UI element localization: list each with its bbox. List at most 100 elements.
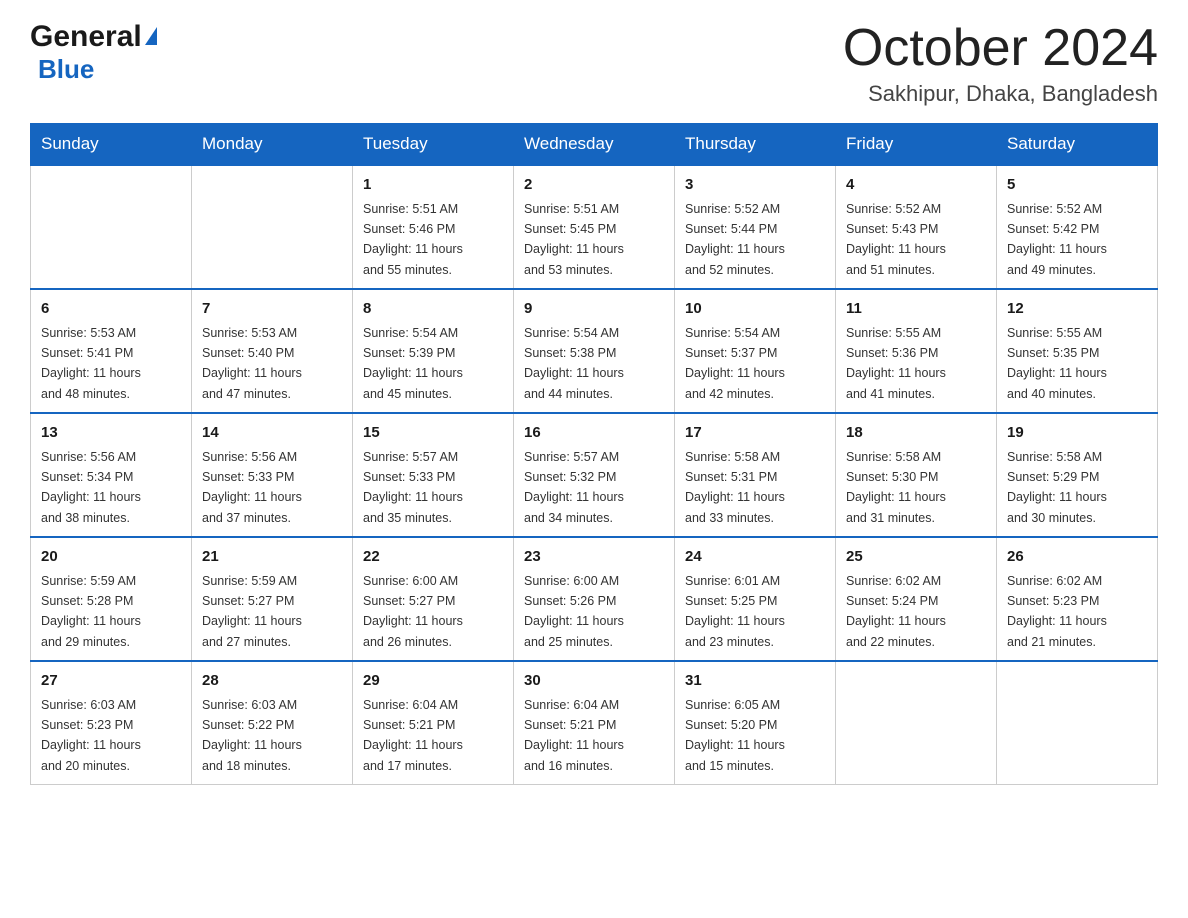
calendar-cell: 28Sunrise: 6:03 AMSunset: 5:22 PMDayligh… — [192, 661, 353, 785]
calendar-cell: 22 Sunrise: 6:00 AMSunset: 5:27 PMDayligh… — [353, 537, 514, 661]
day-info: Sunrise: 5:57 AMSunset: 5:33 PMDaylight:… — [363, 450, 463, 525]
day-info: Sunrise: 5:54 AMSunset: 5:38 PMDaylight:… — [524, 326, 624, 401]
calendar-cell: 2Sunrise: 5:51 AMSunset: 5:45 PMDaylight… — [514, 165, 675, 289]
day-number: 25 — [846, 546, 986, 569]
day-info: Sunrise: 6:02 AMSunset: 5:24 PMDaylight:… — [846, 574, 946, 649]
calendar-cell: 6 Sunrise: 5:53 AMSunset: 5:41 PMDaylight… — [31, 289, 192, 413]
location: Sakhipur, Dhaka, Bangladesh — [843, 81, 1158, 107]
logo: General Blue — [30, 20, 157, 85]
calendar-cell: 24 Sunrise: 6:01 AMSunset: 5:25 PMDayligh… — [675, 537, 836, 661]
day-info: Sunrise: 5:56 AMSunset: 5:34 PMDaylight:… — [41, 450, 141, 525]
day-number: 2 — [524, 174, 664, 197]
month-title: October 2024 — [843, 20, 1158, 77]
weekday-header-row: SundayMondayTuesdayWednesdayThursdayFrid… — [31, 124, 1158, 166]
calendar-cell — [192, 165, 353, 289]
weekday-header-friday: Friday — [836, 124, 997, 166]
day-info: Sunrise: 5:52 AMSunset: 5:43 PMDaylight:… — [846, 202, 946, 277]
day-number: 22 — [363, 546, 503, 569]
week-row-3: 13 Sunrise: 5:56 AMSunset: 5:34 PMDayligh… — [31, 413, 1158, 537]
calendar-cell: 30 Sunrise: 6:04 AMSunset: 5:21 PMDayligh… — [514, 661, 675, 785]
week-row-5: 27Sunrise: 6:03 AMSunset: 5:23 PMDayligh… — [31, 661, 1158, 785]
day-number: 5 — [1007, 174, 1147, 197]
day-number: 17 — [685, 422, 825, 445]
logo-triangle-icon — [145, 27, 157, 45]
day-info: Sunrise: 6:03 AMSunset: 5:23 PMDaylight:… — [41, 698, 141, 773]
day-info: Sunrise: 6:00 AMSunset: 5:27 PMDaylight:… — [363, 574, 463, 649]
day-number: 3 — [685, 174, 825, 197]
calendar-cell: 23Sunrise: 6:00 AMSunset: 5:26 PMDayligh… — [514, 537, 675, 661]
calendar-cell: 15 Sunrise: 5:57 AMSunset: 5:33 PMDayligh… — [353, 413, 514, 537]
calendar-cell: 19Sunrise: 5:58 AMSunset: 5:29 PMDayligh… — [997, 413, 1158, 537]
week-row-2: 6 Sunrise: 5:53 AMSunset: 5:41 PMDaylight… — [31, 289, 1158, 413]
day-number: 8 — [363, 298, 503, 321]
day-info: Sunrise: 5:58 AMSunset: 5:30 PMDaylight:… — [846, 450, 946, 525]
calendar-cell: 3 Sunrise: 5:52 AMSunset: 5:44 PMDaylight… — [675, 165, 836, 289]
week-row-1: 1 Sunrise: 5:51 AMSunset: 5:46 PMDaylight… — [31, 165, 1158, 289]
day-number: 15 — [363, 422, 503, 445]
calendar-cell: 27Sunrise: 6:03 AMSunset: 5:23 PMDayligh… — [31, 661, 192, 785]
calendar-cell: 14Sunrise: 5:56 AMSunset: 5:33 PMDayligh… — [192, 413, 353, 537]
calendar-table: SundayMondayTuesdayWednesdayThursdayFrid… — [30, 123, 1158, 785]
calendar-cell: 12Sunrise: 5:55 AMSunset: 5:35 PMDayligh… — [997, 289, 1158, 413]
day-number: 14 — [202, 422, 342, 445]
day-number: 21 — [202, 546, 342, 569]
day-number: 26 — [1007, 546, 1147, 569]
weekday-header-sunday: Sunday — [31, 124, 192, 166]
day-number: 4 — [846, 174, 986, 197]
day-info: Sunrise: 5:58 AMSunset: 5:29 PMDaylight:… — [1007, 450, 1107, 525]
day-number: 7 — [202, 298, 342, 321]
day-number: 11 — [846, 298, 986, 321]
calendar-cell: 29Sunrise: 6:04 AMSunset: 5:21 PMDayligh… — [353, 661, 514, 785]
day-number: 31 — [685, 670, 825, 693]
weekday-header-saturday: Saturday — [997, 124, 1158, 166]
day-info: Sunrise: 5:58 AMSunset: 5:31 PMDaylight:… — [685, 450, 785, 525]
calendar-cell: 9Sunrise: 5:54 AMSunset: 5:38 PMDaylight… — [514, 289, 675, 413]
page-header: General Blue October 2024 Sakhipur, Dhak… — [30, 20, 1158, 107]
calendar-cell: 16 Sunrise: 5:57 AMSunset: 5:32 PMDayligh… — [514, 413, 675, 537]
day-number: 28 — [202, 670, 342, 693]
day-number: 24 — [685, 546, 825, 569]
calendar-cell: 20Sunrise: 5:59 AMSunset: 5:28 PMDayligh… — [31, 537, 192, 661]
calendar-cell: 8 Sunrise: 5:54 AMSunset: 5:39 PMDaylight… — [353, 289, 514, 413]
day-info: Sunrise: 6:01 AMSunset: 5:25 PMDaylight:… — [685, 574, 785, 649]
day-number: 16 — [524, 422, 664, 445]
week-row-4: 20Sunrise: 5:59 AMSunset: 5:28 PMDayligh… — [31, 537, 1158, 661]
day-info: Sunrise: 5:54 AMSunset: 5:39 PMDaylight:… — [363, 326, 463, 401]
day-info: Sunrise: 5:52 AMSunset: 5:44 PMDaylight:… — [685, 202, 785, 277]
calendar-cell: 13 Sunrise: 5:56 AMSunset: 5:34 PMDayligh… — [31, 413, 192, 537]
calendar-cell: 25 Sunrise: 6:02 AMSunset: 5:24 PMDayligh… — [836, 537, 997, 661]
calendar-cell: 5 Sunrise: 5:52 AMSunset: 5:42 PMDaylight… — [997, 165, 1158, 289]
day-info: Sunrise: 5:51 AMSunset: 5:46 PMDaylight:… — [363, 202, 463, 277]
calendar-cell — [836, 661, 997, 785]
logo-general-text: General — [30, 20, 142, 54]
calendar-cell — [997, 661, 1158, 785]
weekday-header-wednesday: Wednesday — [514, 124, 675, 166]
weekday-header-monday: Monday — [192, 124, 353, 166]
day-info: Sunrise: 5:55 AMSunset: 5:36 PMDaylight:… — [846, 326, 946, 401]
day-number: 1 — [363, 174, 503, 197]
day-info: Sunrise: 5:52 AMSunset: 5:42 PMDaylight:… — [1007, 202, 1107, 277]
day-info: Sunrise: 5:55 AMSunset: 5:35 PMDaylight:… — [1007, 326, 1107, 401]
day-number: 6 — [41, 298, 181, 321]
day-info: Sunrise: 5:53 AMSunset: 5:41 PMDaylight:… — [41, 326, 141, 401]
day-info: Sunrise: 5:57 AMSunset: 5:32 PMDaylight:… — [524, 450, 624, 525]
title-block: October 2024 Sakhipur, Dhaka, Bangladesh — [843, 20, 1158, 107]
day-info: Sunrise: 6:05 AMSunset: 5:20 PMDaylight:… — [685, 698, 785, 773]
day-info: Sunrise: 6:02 AMSunset: 5:23 PMDaylight:… — [1007, 574, 1107, 649]
day-info: Sunrise: 6:00 AMSunset: 5:26 PMDaylight:… — [524, 574, 624, 649]
calendar-cell: 7Sunrise: 5:53 AMSunset: 5:40 PMDaylight… — [192, 289, 353, 413]
day-info: Sunrise: 6:04 AMSunset: 5:21 PMDaylight:… — [524, 698, 624, 773]
day-info: Sunrise: 5:59 AMSunset: 5:28 PMDaylight:… — [41, 574, 141, 649]
calendar-cell: 4 Sunrise: 5:52 AMSunset: 5:43 PMDaylight… — [836, 165, 997, 289]
calendar-cell: 26 Sunrise: 6:02 AMSunset: 5:23 PMDayligh… — [997, 537, 1158, 661]
day-number: 13 — [41, 422, 181, 445]
logo-blue-text: Blue — [38, 54, 157, 85]
day-info: Sunrise: 6:04 AMSunset: 5:21 PMDaylight:… — [363, 698, 463, 773]
day-number: 30 — [524, 670, 664, 693]
calendar-cell: 21 Sunrise: 5:59 AMSunset: 5:27 PMDayligh… — [192, 537, 353, 661]
weekday-header-thursday: Thursday — [675, 124, 836, 166]
day-number: 18 — [846, 422, 986, 445]
day-info: Sunrise: 5:59 AMSunset: 5:27 PMDaylight:… — [202, 574, 302, 649]
logo-line1: General — [30, 20, 157, 54]
calendar-cell: 10Sunrise: 5:54 AMSunset: 5:37 PMDayligh… — [675, 289, 836, 413]
